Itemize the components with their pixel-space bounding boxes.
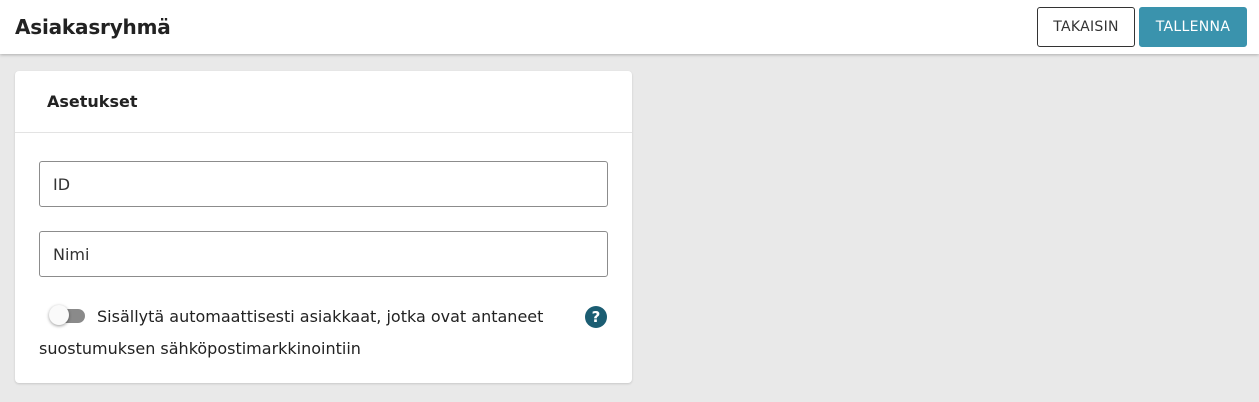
settings-card-header: Asetukset xyxy=(15,71,632,133)
save-button[interactable]: TALLENNA xyxy=(1139,7,1247,47)
id-input[interactable] xyxy=(53,174,607,194)
back-button[interactable]: TAKAISIN xyxy=(1037,7,1135,47)
help-circle-icon[interactable]: ? xyxy=(585,306,607,328)
page-title: Asiakasryhmä xyxy=(15,15,171,39)
top-bar: Asiakasryhmä TAKAISIN TALLENNA xyxy=(0,0,1259,54)
name-field[interactable] xyxy=(39,231,608,277)
settings-card: Asetukset Sisällytä automaattisesti asia… xyxy=(15,71,632,383)
settings-title: Asetukset xyxy=(47,92,138,111)
toggle-thumb xyxy=(49,305,69,325)
id-field[interactable] xyxy=(39,161,608,207)
name-input[interactable] xyxy=(53,244,607,264)
auto-include-label: Sisällytä automaattisesti asiakkaat, jot… xyxy=(39,307,544,358)
settings-card-body: Sisällytä automaattisesti asiakkaat, jot… xyxy=(15,133,632,365)
auto-include-toggle[interactable] xyxy=(49,304,85,326)
auto-include-row: Sisällytä automaattisesti asiakkaat, jot… xyxy=(39,301,608,365)
header-actions: TAKAISIN TALLENNA xyxy=(1037,7,1247,47)
